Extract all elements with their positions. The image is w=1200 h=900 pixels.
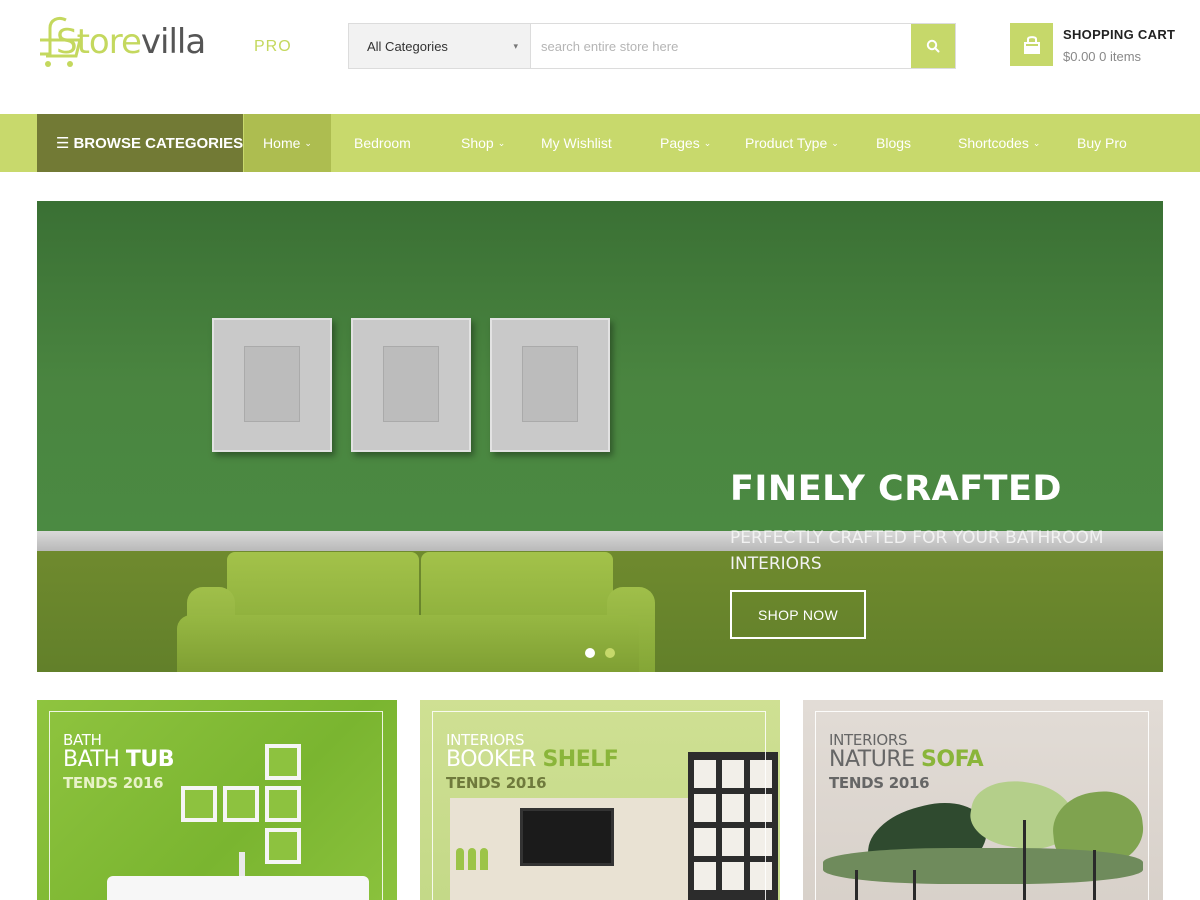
promo-booker-shelf[interactable]: INTERIORS BOOKER SHELF TENDS 2016: [420, 700, 780, 900]
hero-title: FINELY CRAFTED: [730, 469, 1062, 509]
nav-item-product-type[interactable]: Product Type ⌄: [745, 114, 839, 172]
logo-text-store: Store: [56, 22, 142, 62]
chevron-down-icon: ⌄: [703, 137, 712, 148]
shop-now-button[interactable]: SHOP NOW: [730, 590, 866, 639]
search-button[interactable]: [911, 24, 955, 68]
promo-bath-tub[interactable]: BATH BATH TUB TENDS 2016: [37, 700, 397, 900]
search-bar: All Categories ▾: [348, 23, 956, 69]
shopping-bag-icon: [1023, 35, 1040, 54]
nav-item-label: Home: [263, 135, 301, 151]
nav-item-home[interactable]: Home ⌄: [244, 114, 331, 172]
site-header: Storevilla PRO All Categories ▾ SHOPPING…: [0, 0, 1200, 114]
promo-trend: TENDS 2016: [63, 774, 164, 792]
slider-dot-1[interactable]: [585, 648, 595, 658]
search-input[interactable]: [531, 24, 911, 68]
cart-icon-box: [1010, 23, 1053, 66]
promo-nature-sofa[interactable]: INTERIORS NATURE SOFA TENDS 2016: [803, 700, 1163, 900]
hero-subtitle: PERFECTLY CRAFTED FOR YOUR BATHROOM INTE…: [730, 528, 1104, 574]
nav-item-label: Shop: [461, 135, 494, 151]
promo-title-part1: NATURE: [829, 747, 915, 772]
frame-mat: [244, 346, 300, 422]
select-caret-icon: ▾: [513, 40, 518, 51]
cart-summary: $0.00 0 items: [1063, 49, 1142, 64]
shopping-cart[interactable]: SHOPPING CART $0.00 0 items: [1010, 23, 1190, 69]
chevron-down-icon: ⌄: [1032, 137, 1041, 148]
promo-title: BOOKER SHELF: [446, 747, 619, 772]
nav-item-label: Buy Pro: [1077, 135, 1127, 151]
cart-title: SHOPPING CART: [1063, 27, 1176, 42]
menu-bars-icon: ☰: [56, 135, 70, 152]
promo-title-part2: TUB: [125, 747, 175, 772]
nav-item-label: My Wishlist: [541, 135, 612, 151]
frame-mat: [522, 346, 578, 422]
promo-title-part1: BOOKER: [446, 747, 536, 772]
chevron-down-icon: ⌄: [497, 137, 506, 148]
nav-item-bedroom[interactable]: Bedroom: [354, 114, 411, 172]
storevilla-logo[interactable]: Storevilla PRO: [36, 14, 298, 72]
picture-frame: [490, 318, 610, 452]
hero-slider: FINELY CRAFTED PERFECTLY CRAFTED FOR YOU…: [37, 201, 1163, 672]
promo-title-part2: SHELF: [542, 747, 619, 772]
chevron-down-icon: ⌄: [304, 137, 312, 148]
nav-item-wishlist[interactable]: My Wishlist: [541, 114, 612, 172]
category-select[interactable]: All Categories ▾: [349, 24, 531, 68]
promo-title: BATH TUB: [63, 747, 175, 772]
nav-item-pages[interactable]: Pages ⌄: [660, 114, 711, 172]
nav-item-label: Product Type: [745, 135, 828, 151]
slider-dot-2[interactable]: [605, 648, 615, 658]
promo-trend: TENDS 2016: [829, 774, 930, 792]
nav-item-label: Blogs: [876, 135, 912, 151]
nav-item-buy-pro[interactable]: Buy Pro: [1077, 114, 1127, 172]
picture-frame: [351, 318, 471, 452]
nav-item-shop[interactable]: Shop ⌄: [461, 114, 505, 172]
browse-categories-button[interactable]: ☰ BROWSE CATEGORIES: [37, 114, 243, 172]
logo-wordmark: Storevilla: [56, 20, 206, 64]
nav-item-label: Pages: [660, 135, 700, 151]
category-select-value: All Categories: [367, 38, 448, 54]
nav-item-shortcodes[interactable]: Shortcodes ⌄: [958, 114, 1040, 172]
promo-title-part2: SOFA: [921, 747, 984, 772]
search-icon: [926, 39, 940, 53]
picture-frame: [212, 318, 332, 452]
nav-item-blogs[interactable]: Blogs: [876, 114, 911, 172]
nav-item-label: Shortcodes: [958, 135, 1029, 151]
logo-pro-badge: PRO: [254, 38, 292, 55]
browse-categories-label: BROWSE CATEGORIES: [73, 134, 244, 152]
promo-title-part1: BATH: [63, 747, 120, 772]
chevron-down-icon: ⌄: [831, 137, 839, 148]
frame-mat: [383, 346, 439, 422]
promo-trend: TENDS 2016: [446, 774, 547, 792]
main-nav: ☰ BROWSE CATEGORIES Home ⌄ Bedroom Shop ⌄ …: [0, 114, 1200, 172]
sofa-seat: [177, 615, 639, 672]
logo-text-villa: villa: [140, 22, 206, 62]
promo-title: NATURE SOFA: [829, 747, 984, 772]
nav-item-label: Bedroom: [354, 135, 411, 151]
